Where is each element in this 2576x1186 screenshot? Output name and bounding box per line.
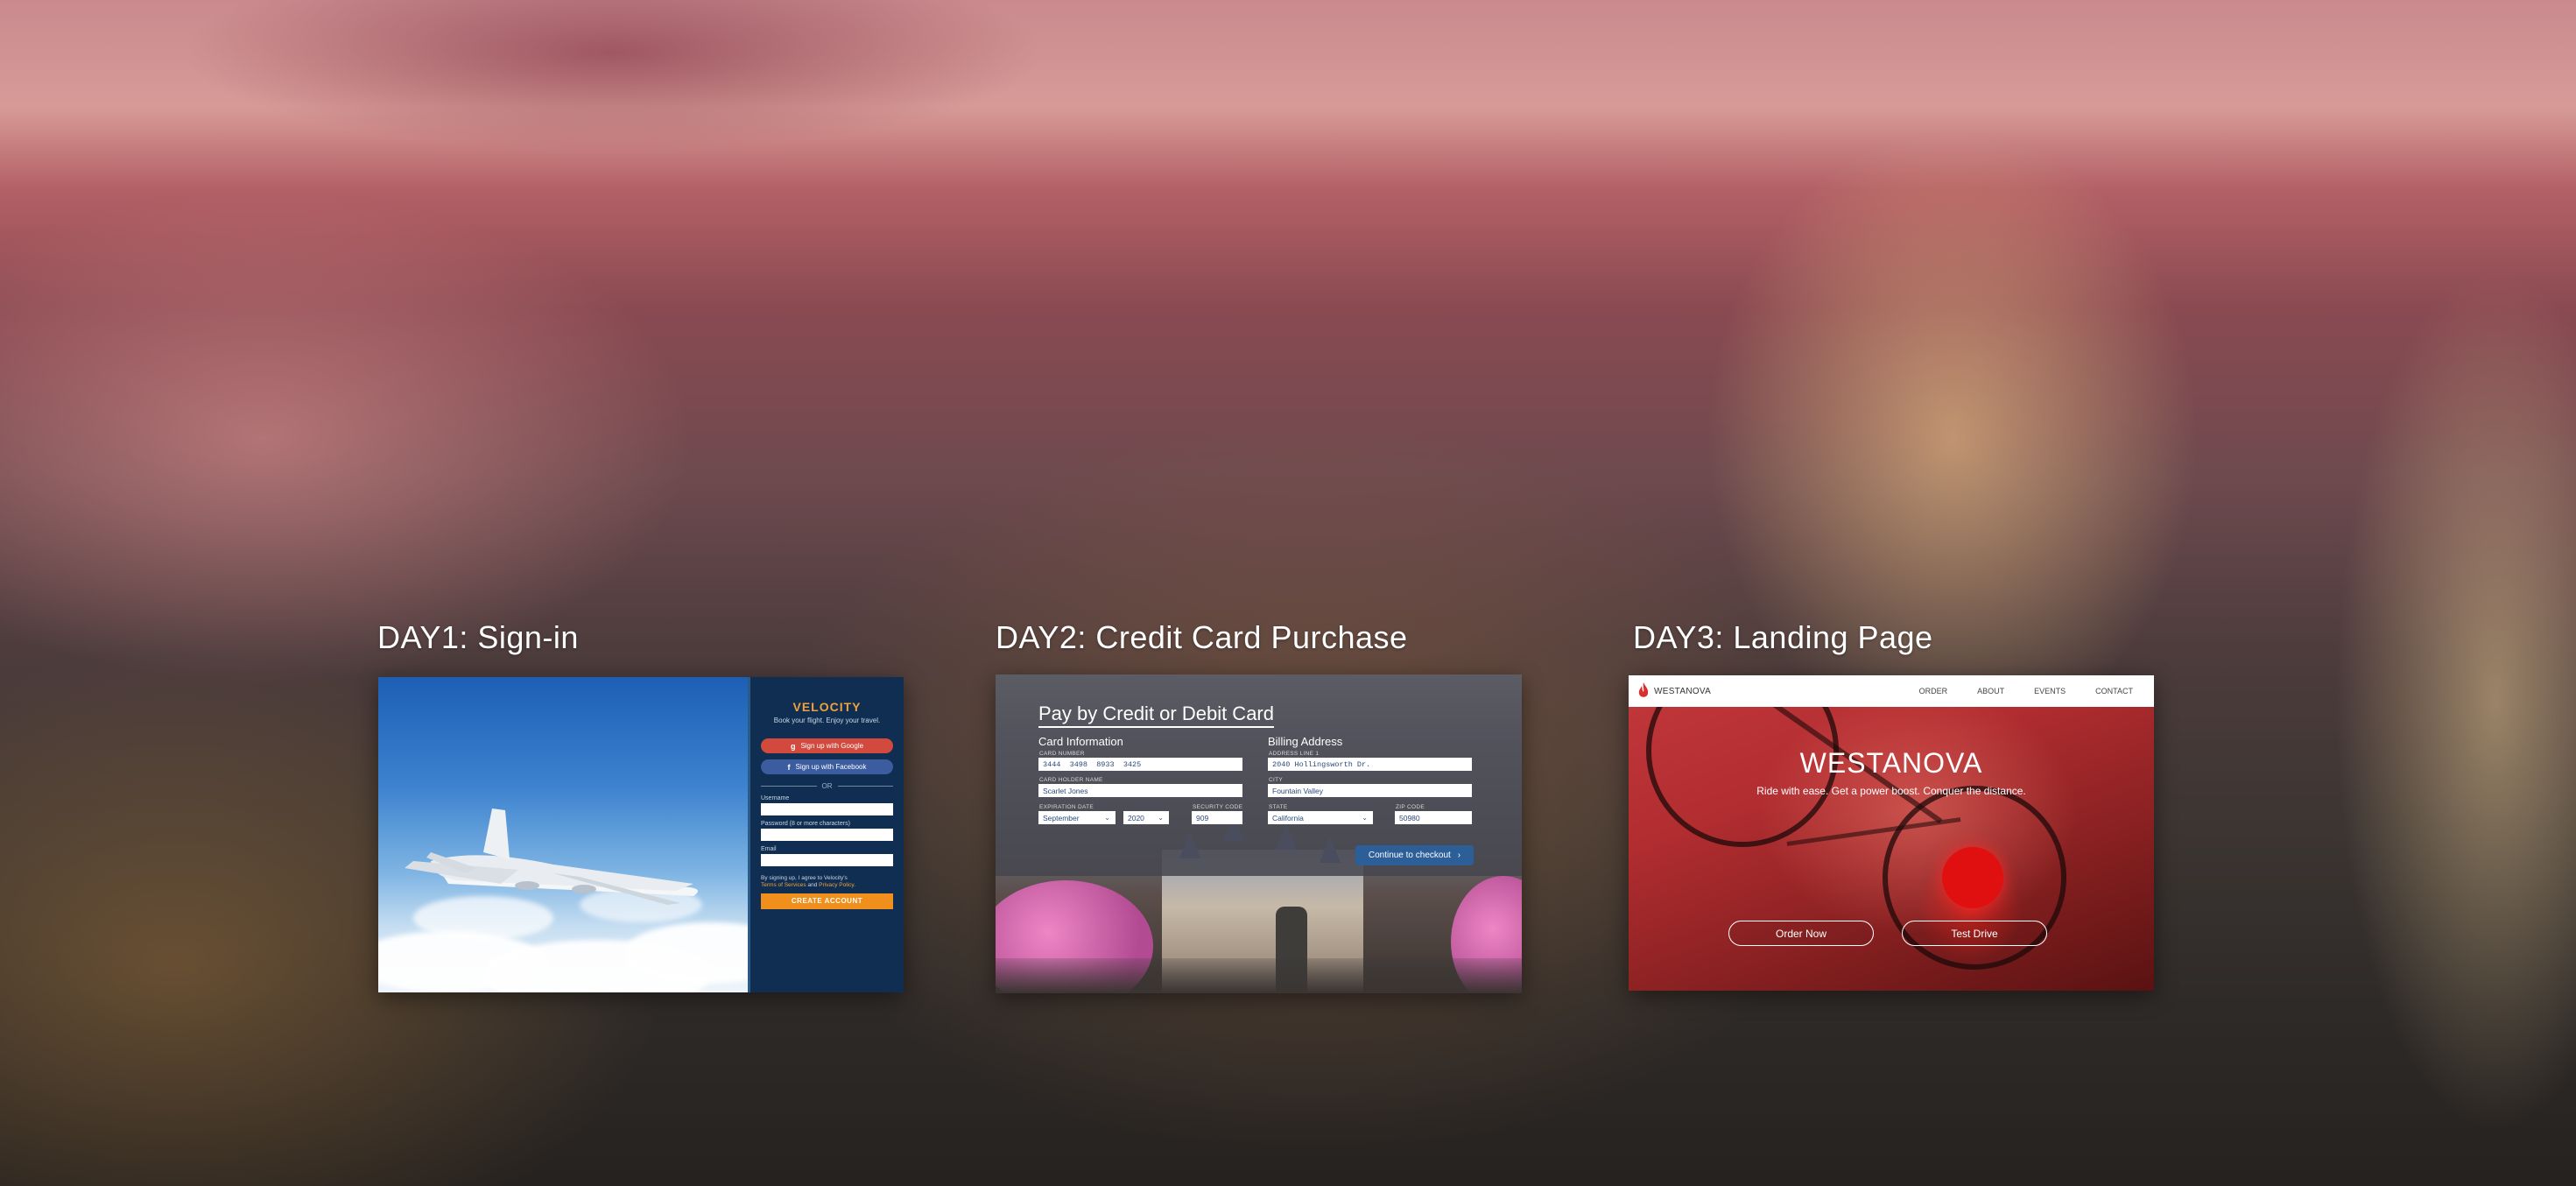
address-input[interactable]: 2040 Hollingsworth Dr. — [1268, 758, 1472, 771]
email-input[interactable] — [761, 854, 893, 866]
chevron-down-icon: ⌄ — [1362, 814, 1368, 822]
terms-link[interactable]: Terms of Services — [761, 882, 806, 888]
card-holder-input[interactable]: Scarlet Jones — [1038, 784, 1242, 797]
city-label: CITY — [1269, 777, 1284, 783]
nav-about[interactable]: ABOUT — [1977, 687, 2004, 695]
create-account-button[interactable]: CREATE ACCOUNT — [761, 893, 893, 909]
card-number-label: CARD NUMBER — [1039, 751, 1085, 757]
day1-signin-preview[interactable]: VELOCITY Book your flight. Enjoy your tr… — [378, 677, 904, 992]
airplane-icon — [405, 808, 698, 905]
day2-title: DAY2: Credit Card Purchase — [996, 619, 1408, 655]
chevron-down-icon: ⌄ — [1158, 814, 1164, 822]
email-label: Email — [761, 846, 777, 852]
day3-landing-preview[interactable]: WESTANOVA ORDER ABOUT EVENTS CONTACT WES… — [1629, 675, 2154, 991]
security-code-label: SECURITY CODE — [1193, 804, 1243, 810]
state-select[interactable]: California ⌄ — [1268, 811, 1373, 824]
airplane-sky-image — [378, 677, 799, 992]
continue-checkout-button[interactable]: Continue to checkout › — [1355, 845, 1474, 865]
facebook-icon: f — [787, 762, 791, 772]
address-label: ADDRESS LINE 1 — [1269, 751, 1320, 757]
google-icon: g — [790, 741, 796, 751]
order-now-button[interactable]: Order Now — [1728, 921, 1874, 946]
privacy-link[interactable]: Privacy Policy. — [819, 882, 855, 888]
nav-links: ORDER ABOUT EVENTS CONTACT — [1919, 687, 2145, 695]
zip-label: ZIP CODE — [1396, 804, 1425, 810]
card-info-heading: Card Information — [1038, 735, 1123, 748]
billing-heading: Billing Address — [1268, 735, 1343, 748]
state-label: STATE — [1269, 804, 1288, 810]
google-signup-button[interactable]: g Sign up with Google — [761, 738, 893, 753]
zip-input[interactable]: 50980 — [1395, 811, 1472, 824]
password-label: Password (8 or more characters) — [761, 821, 850, 827]
facebook-signup-label: Sign up with Facebook — [795, 763, 867, 771]
card-number-input[interactable]: 3444 3498 8933 3425 — [1038, 758, 1242, 771]
username-label: Username — [761, 795, 790, 801]
tagline: Book your flight. Enjoy your travel. — [773, 717, 881, 724]
facebook-signup-button[interactable]: f Sign up with Facebook — [761, 759, 893, 774]
expiration-label: EXPIRATION DATE — [1039, 804, 1094, 810]
westanova-logo[interactable]: WESTANOVA — [1637, 682, 1711, 700]
hero-title: WESTANOVA — [1799, 747, 1983, 779]
terms-text: By signing up, I agree to Velocity's Ter… — [761, 875, 855, 889]
velocity-logo: VELOCITY — [792, 700, 862, 714]
flame-icon — [1638, 682, 1649, 697]
nav-events[interactable]: EVENTS — [2034, 687, 2066, 695]
payment-heading: Pay by Credit or Debit Card — [1038, 702, 1274, 728]
city-input[interactable]: Fountain Valley — [1268, 784, 1472, 797]
or-divider: OR — [761, 782, 893, 790]
chevron-right-icon: › — [1457, 851, 1461, 860]
test-drive-button[interactable]: Test Drive — [1902, 921, 2047, 946]
landing-navbar: WESTANOVA ORDER ABOUT EVENTS CONTACT — [1629, 675, 2154, 707]
exp-month-select[interactable]: September ⌄ — [1038, 811, 1116, 824]
nav-order[interactable]: ORDER — [1919, 687, 1948, 695]
nav-contact[interactable]: CONTACT — [2095, 687, 2133, 695]
hero-subtitle: Ride with ease. Get a power boost. Conqu… — [1756, 785, 2026, 797]
username-input[interactable] — [761, 803, 893, 815]
day3-title: DAY3: Landing Page — [1633, 619, 1933, 655]
exp-year-select[interactable]: 2020 ⌄ — [1123, 811, 1169, 824]
day1-title: DAY1: Sign-in — [377, 619, 579, 655]
day2-payment-preview[interactable]: Pay by Credit or Debit Card Card Informa… — [996, 674, 1522, 993]
card-holder-label: CARD HOLDER NAME — [1039, 777, 1103, 783]
password-input[interactable] — [761, 829, 893, 841]
signin-panel: VELOCITY Book your flight. Enjoy your tr… — [748, 677, 904, 992]
chevron-down-icon: ⌄ — [1104, 814, 1110, 822]
google-signup-label: Sign up with Google — [800, 742, 864, 750]
security-code-input[interactable]: 909 — [1192, 811, 1242, 824]
